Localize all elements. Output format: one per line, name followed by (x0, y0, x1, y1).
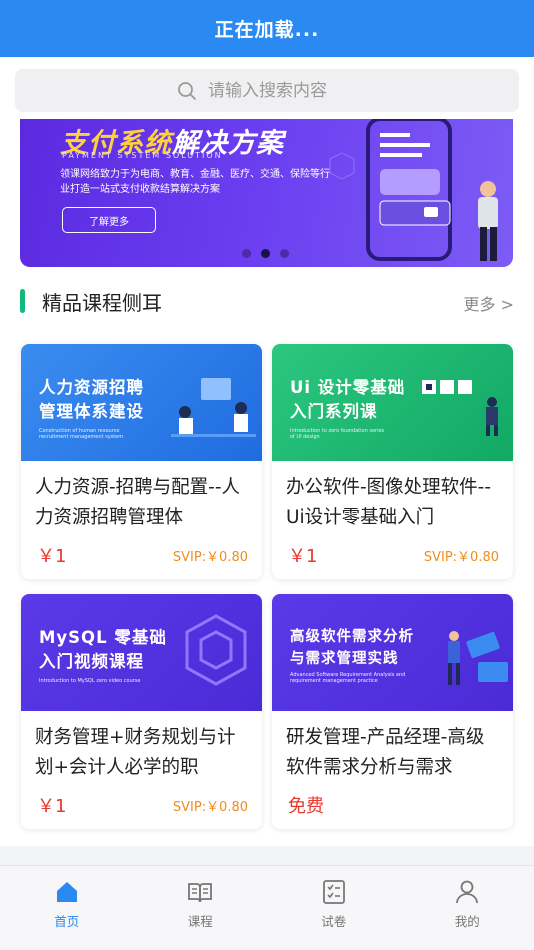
course-card[interactable]: 人力资源招聘 管理体系建设 Construction of human reso… (21, 344, 262, 579)
exam-icon (322, 880, 345, 904)
search-box[interactable] (15, 69, 519, 112)
search-input[interactable] (208, 80, 358, 101)
page-title: 正在加载... (214, 19, 320, 41)
thumb-subtitle: Introduction to zero foundation series o… (290, 428, 385, 440)
tab-label: 首页 (54, 914, 80, 929)
course-title: 办公软件-图像处理软件--Ui设计零基础入门 (286, 477, 492, 528)
course-card[interactable]: MySQL 零基础 入门视频课程 Introduction to MySQL z… (21, 594, 262, 829)
course-price: 免费 (288, 796, 324, 817)
carousel-dot-active[interactable] (261, 249, 270, 258)
banner-slide[interactable]: 支付系统解决方案 PAYMENT SYSTEM SOLUTION 领课网络致力于… (20, 119, 513, 267)
thumb-illustration (171, 378, 256, 437)
banner-description: 领课网络致力于为电商、教育、金融、医疗、交通、保险等行业打造一站式支付收款结算解… (60, 169, 330, 195)
tab-exams[interactable]: 试卷 (267, 866, 401, 950)
section-title: 精品课程侧耳 (42, 291, 162, 315)
course-thumbnail: MySQL 零基础 入门视频课程 Introduction to MySQL z… (21, 594, 262, 711)
carousel-indicator (242, 249, 289, 258)
course-title: 人力资源-招聘与配置--人力资源招聘管理体 (35, 477, 241, 528)
thumb-subtitle: Construction of human resource recruitme… (39, 428, 124, 440)
phone-illustration (329, 119, 498, 261)
banner-carousel: 支付系统解决方案 PAYMENT SYSTEM SOLUTION 领课网络致力于… (0, 119, 534, 271)
home-icon (56, 882, 77, 902)
thumb-title: MySQL 零基础 入门视频课程 (39, 628, 167, 671)
svip-price: SVIP:￥0.80 (172, 550, 248, 565)
thumb-illustration (448, 631, 508, 685)
course-card[interactable]: 高级软件需求分析 与需求管理实践 Advanced Software Requi… (272, 594, 513, 829)
thumb-subtitle: Introduction to MySQL zero video course (39, 678, 141, 684)
featured-courses-section: 精品课程侧耳 更多 > 人力资源招聘 管理体系建设 Construction o… (0, 271, 534, 846)
thumb-title: 高级软件需求分析 与需求管理实践 (290, 629, 414, 667)
course-price: ￥1 (37, 546, 67, 567)
search-icon (178, 81, 196, 100)
course-title: 财务管理+财务规划与计划+会计人必学的职 (35, 727, 236, 778)
section-header: 精品课程侧耳 更多 > (0, 271, 534, 333)
tab-label: 我的 (454, 914, 480, 929)
thumb-title: Ui 设计零基础 入门系列课 (290, 378, 406, 421)
carousel-dot[interactable] (280, 249, 289, 258)
course-card[interactable]: Ui 设计零基础 入门系列课 Introduction to zero foun… (272, 344, 513, 579)
section-accent-bar (20, 289, 25, 313)
bottom-tab-bar: 首页 课程 试卷 我的 (0, 865, 534, 950)
search-bar-container (0, 57, 534, 119)
learn-more-button[interactable]: 了解更多 (62, 207, 156, 233)
tab-label: 课程 (187, 914, 213, 929)
tab-home[interactable]: 首页 (0, 866, 134, 950)
more-link[interactable]: 更多 > (464, 291, 515, 315)
top-nav-bar: 正在加载... (0, 0, 534, 57)
course-thumbnail: 人力资源招聘 管理体系建设 Construction of human reso… (21, 344, 262, 461)
tab-courses[interactable]: 课程 (134, 866, 268, 950)
course-title: 研发管理-产品经理-高级软件需求分析与需求 (286, 727, 485, 778)
thumb-subtitle: Advanced Software Requirement Analysis a… (290, 672, 406, 684)
thumb-illustration (185, 614, 247, 686)
course-price: ￥1 (37, 796, 67, 817)
book-icon (188, 883, 213, 903)
thumb-illustration (422, 380, 498, 436)
course-price: ￥1 (288, 546, 318, 567)
banner-subtitle: PAYMENT SYSTEM SOLUTION (62, 151, 223, 160)
svip-price: SVIP:￥0.80 (172, 800, 248, 815)
carousel-dot[interactable] (242, 249, 251, 258)
svip-price: SVIP:￥0.80 (423, 550, 499, 565)
tab-label: 试卷 (321, 914, 347, 929)
course-thumbnail: 高级软件需求分析 与需求管理实践 Advanced Software Requi… (272, 594, 513, 711)
tab-profile[interactable]: 我的 (401, 866, 534, 950)
course-thumbnail: Ui 设计零基础 入门系列课 Introduction to zero foun… (272, 344, 513, 461)
thumb-title: 人力资源招聘 管理体系建设 (39, 378, 144, 421)
user-icon (456, 880, 479, 904)
